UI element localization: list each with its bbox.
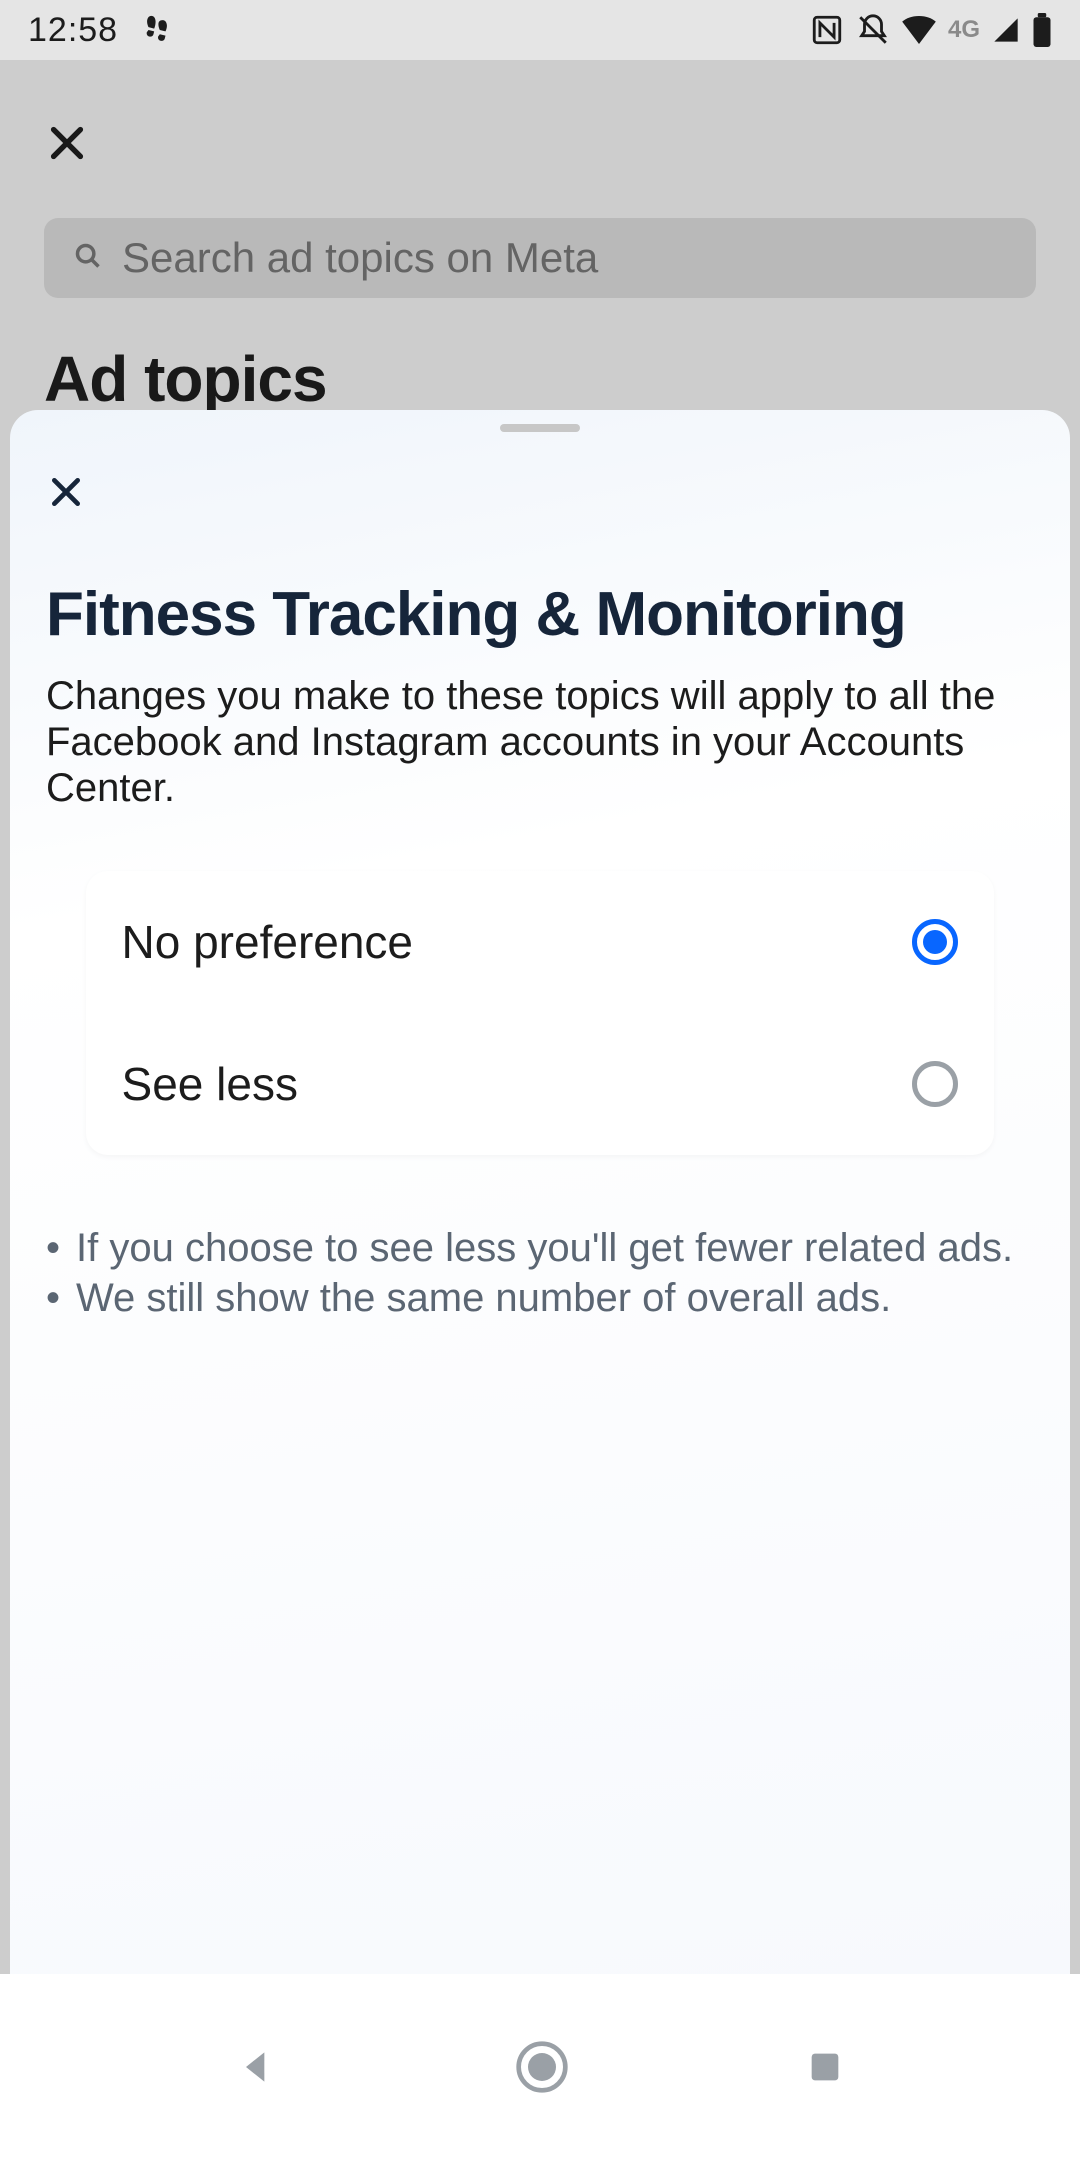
option-label: No preference <box>122 915 414 969</box>
signal-icon <box>992 16 1020 44</box>
bottom-sheet: Fitness Tracking & Monitoring Changes yo… <box>10 410 1070 1974</box>
status-left: 12:58 <box>28 11 174 50</box>
dnd-mute-icon <box>856 13 890 47</box>
status-time: 12:58 <box>28 11 118 50</box>
option-no-preference[interactable]: No preference <box>86 871 995 1013</box>
battery-icon <box>1032 13 1052 47</box>
status-bar: 12:58 4G <box>0 0 1080 60</box>
sheet-description: Changes you make to these topics will ap… <box>46 673 1034 811</box>
nav-back-button[interactable] <box>235 2045 279 2089</box>
preference-options: No preference See less <box>86 871 995 1155</box>
nfc-icon <box>810 13 844 47</box>
nav-recents-button[interactable] <box>805 2047 845 2087</box>
sheet-grabber[interactable] <box>500 424 580 432</box>
footsteps-icon <box>140 13 174 47</box>
notes: •If you choose to see less you'll get fe… <box>46 1225 1034 1321</box>
option-label: See less <box>122 1057 298 1111</box>
system-nav-bar <box>0 1974 1080 2160</box>
nav-home-button[interactable] <box>514 2039 570 2095</box>
sheet-close-button[interactable] <box>46 472 86 512</box>
note-line: •We still show the same number of overal… <box>46 1275 1034 1321</box>
network-label: 4G <box>948 16 980 44</box>
note-text: If you choose to see less you'll get few… <box>76 1225 1013 1271</box>
option-see-less[interactable]: See less <box>86 1013 995 1155</box>
radio-unselected[interactable] <box>912 1061 958 1107</box>
sheet-title: Fitness Tracking & Monitoring <box>46 582 1034 649</box>
wifi-icon <box>902 16 936 44</box>
radio-selected[interactable] <box>912 919 958 965</box>
note-text: We still show the same number of overall… <box>76 1275 891 1321</box>
status-right: 4G <box>810 13 1052 47</box>
note-line: •If you choose to see less you'll get fe… <box>46 1225 1034 1271</box>
